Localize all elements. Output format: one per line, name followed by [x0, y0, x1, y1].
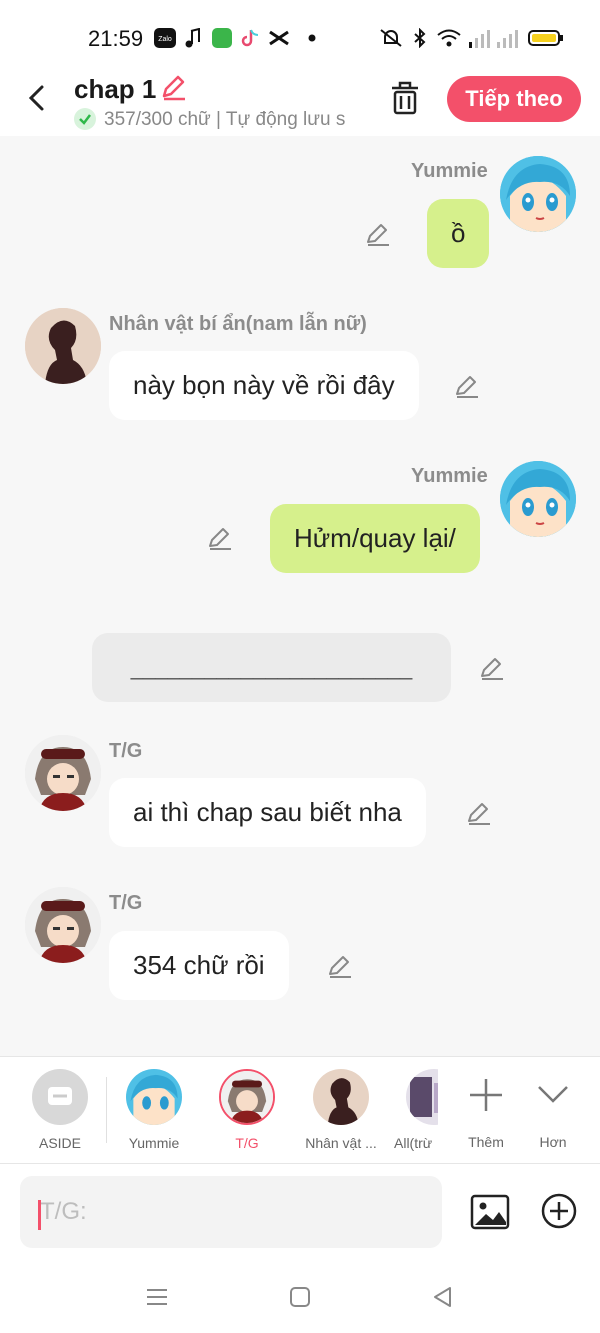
- avatar-yummie[interactable]: [500, 461, 576, 537]
- mute-icon: [380, 29, 402, 47]
- character-all[interactable]: All(trừ: [378, 1069, 438, 1151]
- avatar-yummie: [126, 1069, 182, 1125]
- character-mystery[interactable]: Nhân vật ...: [296, 1069, 386, 1151]
- avatar-mystery-character[interactable]: [25, 308, 101, 384]
- edit-message-icon[interactable]: [206, 524, 234, 552]
- dot-icon: [308, 34, 316, 42]
- character-label: All(trừ: [394, 1135, 433, 1151]
- character-label: ASIDE: [38, 1135, 81, 1151]
- aside-bubble[interactable]: _______________________: [92, 633, 451, 702]
- clock: 21:59: [88, 26, 144, 51]
- next-button[interactable]: Tiếp theo: [447, 76, 581, 122]
- avatar-mystery-character: [313, 1069, 369, 1125]
- tiktok-icon: [241, 29, 259, 47]
- image-icon[interactable]: [470, 1192, 510, 1232]
- edit-message-icon[interactable]: [465, 799, 493, 827]
- message-sender: Yummie: [411, 465, 488, 487]
- app-icon: [212, 28, 232, 48]
- avatar-tg[interactable]: [25, 887, 101, 963]
- word-count-text: 357/300 chữ | Tự động lưu s: [104, 109, 346, 130]
- plus-icon: [470, 1079, 502, 1111]
- message-bubble[interactable]: này bọn này về rồi đây: [109, 351, 419, 420]
- menu-icon[interactable]: [144, 1284, 170, 1310]
- chevron-down-icon: [538, 1086, 568, 1103]
- message-sender: T/G: [109, 740, 143, 762]
- edit-title-icon[interactable]: [158, 72, 188, 102]
- home-icon[interactable]: [287, 1284, 313, 1310]
- chapter-title[interactable]: chap 1: [74, 74, 156, 105]
- signal-icon: [469, 30, 490, 48]
- character-label: Yummie: [128, 1135, 180, 1151]
- signal-icon: [497, 30, 518, 48]
- back-icon[interactable]: [22, 82, 54, 114]
- message-bubble[interactable]: ai thì chap sau biết nha: [109, 778, 426, 847]
- message-input[interactable]: [20, 1176, 442, 1248]
- capcut-icon: [269, 30, 289, 46]
- word-count-status: 357/300 chữ | Tự động lưu s: [74, 108, 364, 131]
- wifi-icon: [437, 29, 461, 47]
- character-tg[interactable]: T/G: [202, 1069, 292, 1151]
- message-bubble[interactable]: 354 chữ rồi: [109, 931, 289, 1000]
- system-nav-bar: [0, 1264, 600, 1333]
- edit-message-icon[interactable]: [364, 220, 392, 248]
- avatar-tg[interactable]: [25, 735, 101, 811]
- status-bar: 21:59 Zalo: [0, 0, 600, 72]
- zalo-icon: Zalo: [154, 28, 176, 48]
- message-bubble[interactable]: Hửm/quay lại/: [270, 504, 480, 573]
- bluetooth-icon: [414, 28, 426, 48]
- message-sender: Yummie: [411, 160, 488, 182]
- composer: [0, 1164, 600, 1264]
- back-nav-icon[interactable]: [430, 1284, 456, 1310]
- avatar-yummie[interactable]: [500, 156, 576, 232]
- character-yummie[interactable]: Yummie: [109, 1069, 199, 1151]
- music-icon: [185, 28, 200, 48]
- avatar-all: [406, 1069, 438, 1125]
- svg-text:Zalo: Zalo: [158, 36, 172, 43]
- edit-message-icon[interactable]: [453, 372, 481, 400]
- edit-message-icon[interactable]: [478, 654, 506, 682]
- message-bubble[interactable]: ồ: [427, 199, 490, 268]
- divider: [106, 1077, 107, 1143]
- check-icon: [74, 108, 96, 130]
- character-selector: ASIDE Yummie T/G Nhân vật ... All(trừ Th…: [0, 1056, 600, 1164]
- character-label: Hơn: [539, 1134, 567, 1150]
- battery-icon: [528, 30, 563, 46]
- aside-icon: [32, 1069, 88, 1125]
- character-label: Nhân vật ...: [305, 1135, 377, 1151]
- text-caret: [38, 1200, 41, 1230]
- more-button[interactable]: Hơn: [508, 1069, 598, 1150]
- add-circle-icon[interactable]: [540, 1192, 578, 1230]
- message-sender: T/G: [109, 892, 143, 914]
- message-sender: Nhân vật bí ẩn(nam lẫn nữ): [109, 313, 367, 335]
- edit-message-icon[interactable]: [326, 952, 354, 980]
- avatar-tg: [219, 1069, 275, 1125]
- character-label: T/G: [235, 1135, 259, 1151]
- trash-icon[interactable]: [388, 80, 422, 116]
- editor-header: chap 1 357/300 chữ | Tự động lưu s Tiếp …: [0, 72, 600, 136]
- character-aside[interactable]: ASIDE: [15, 1069, 105, 1151]
